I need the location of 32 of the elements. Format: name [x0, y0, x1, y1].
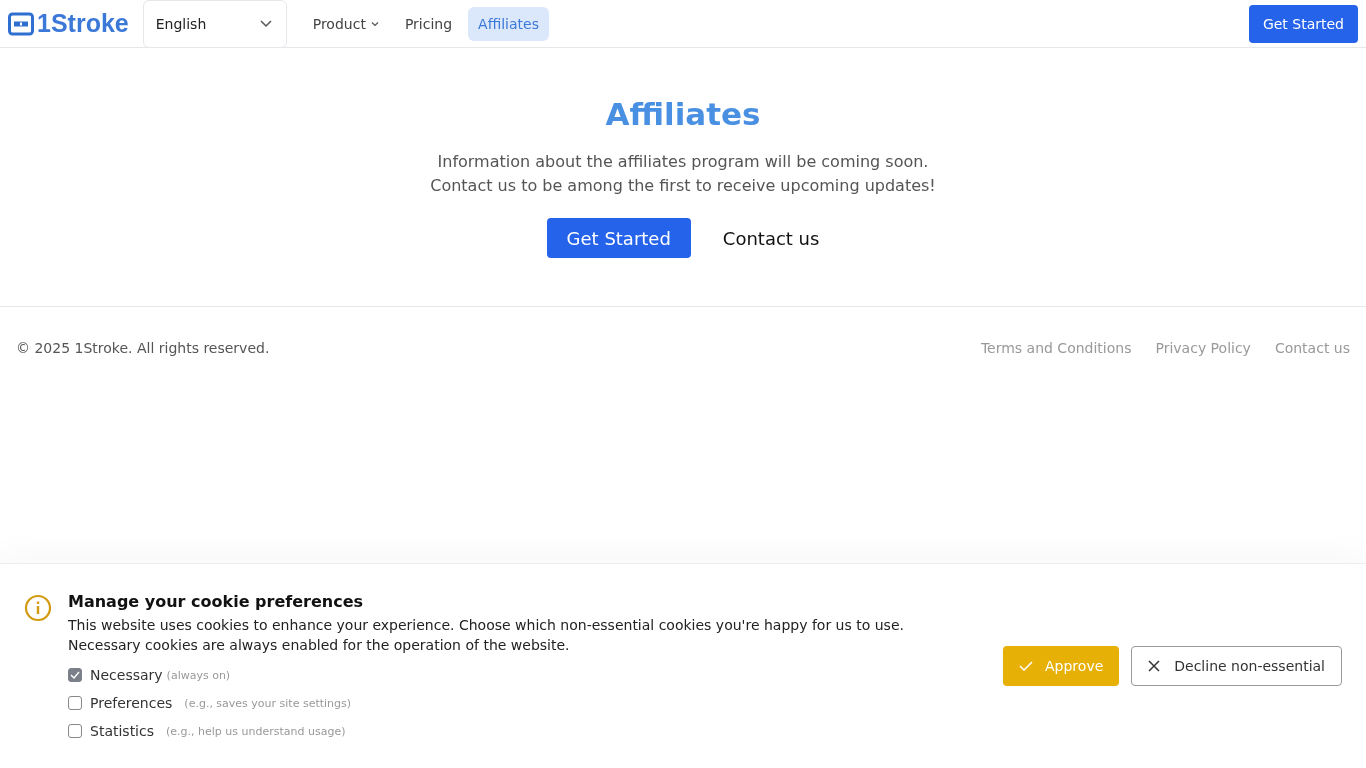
language-select[interactable]: English: [142, 0, 287, 48]
cookie-title: Manage your cookie preferences: [68, 592, 365, 611]
intro-text: Information about the affiliates program will be coming soon.: [437, 151, 929, 173]
chevron-down-icon: [259, 19, 272, 28]
option-label: Statistics: [90, 723, 154, 739]
checkbox[interactable]: [68, 724, 82, 738]
page-title: Affiliates: [605, 96, 761, 132]
logo-icon: [8, 11, 34, 36]
nav-link[interactable]: Affiliates: [468, 6, 549, 41]
option-hint: (always on): [166, 668, 231, 682]
option-label: Preferences: [90, 695, 173, 711]
chevron-down-icon: [370, 20, 379, 27]
close-icon: [1148, 660, 1161, 672]
intro-text: Contact us to be among the first to receive upcoming updates!: [430, 175, 936, 197]
footer-link[interactable]: Contact us: [1274, 340, 1350, 356]
decline-button[interactable]: Decline non-essential: [1131, 646, 1342, 686]
nav-link[interactable]: Pricing: [394, 6, 463, 41]
copyright-text: © 2025 1Stroke. All rights reserved.: [16, 340, 270, 356]
option-hint: (e.g., saves your site settings): [184, 696, 352, 710]
cookie-text: This website uses cookies to enhance your experience. Choose which non-essential cookies you're happy for us to use. Necessary cookies are always enabled for the operation of the website.: [68, 616, 905, 655]
footer-link[interactable]: Terms and Conditions: [980, 340, 1132, 356]
check-icon: [1019, 661, 1033, 671]
get-started-button[interactable]: Get Started: [546, 218, 691, 258]
get-started-button[interactable]: Get Started: [1248, 4, 1358, 43]
footer-link[interactable]: Privacy Policy: [1155, 340, 1251, 356]
option-label: Necessary: [90, 667, 163, 683]
logo-text[interactable]: 1Stroke: [37, 9, 129, 38]
checkbox[interactable]: [68, 696, 82, 710]
info-icon: [24, 594, 52, 622]
nav-link[interactable]: Product: [302, 6, 389, 41]
contact-link[interactable]: Contact us: [722, 227, 820, 249]
option-hint: (e.g., help us understand usage): [166, 724, 346, 738]
